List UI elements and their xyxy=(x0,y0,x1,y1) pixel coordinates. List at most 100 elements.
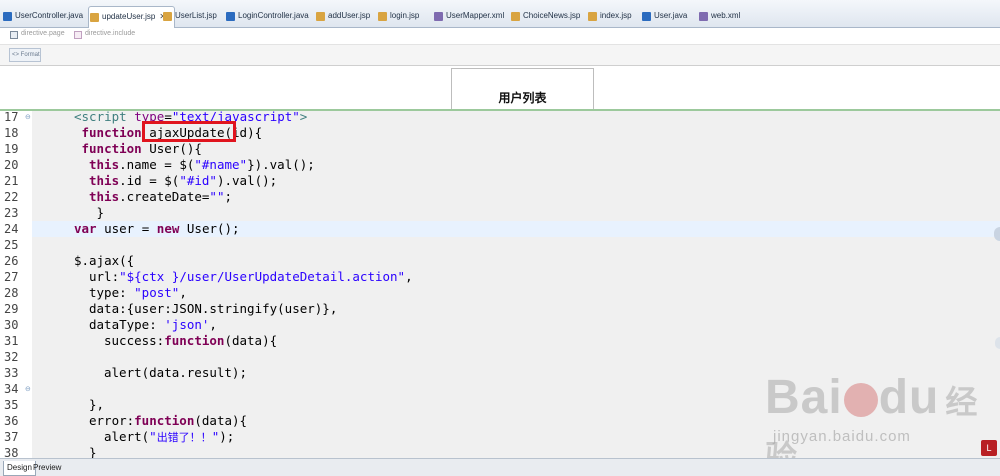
tab-label: addUser.jsp xyxy=(328,11,371,20)
design-preview-pane: 用户列表 xyxy=(8,66,1000,109)
tab-label: LoginController.java xyxy=(238,11,309,20)
code-token: .name = $( xyxy=(119,157,195,172)
line-number: 28 xyxy=(4,286,19,300)
code-token: function xyxy=(81,125,142,140)
code-token: User(){ xyxy=(141,141,202,156)
code-line[interactable]: success:function(data){ xyxy=(32,333,1000,349)
tab-label: UserController.java xyxy=(15,11,84,20)
code-token: alert(data.result); xyxy=(104,365,247,380)
corner-badge-icon: L xyxy=(981,440,997,456)
code-token: function xyxy=(164,333,225,348)
code-line[interactable]: $.ajax({ xyxy=(32,253,1000,269)
code-line[interactable]: function User(){ xyxy=(32,141,1000,157)
code-text: this.id = $("#id").val(); xyxy=(89,173,277,189)
breadcrumb-label: directive.include xyxy=(85,30,136,37)
code-line[interactable]: } xyxy=(32,205,1000,221)
tab-adduser-jsp[interactable]: addUser.jsp xyxy=(315,8,370,28)
code-text: url:"${ctx }/user/UserUpdateDetail.actio… xyxy=(89,269,413,285)
code-text: alert(data.result); xyxy=(104,365,247,381)
line-number: 37 xyxy=(4,430,19,444)
source-editor[interactable]: 17 ⊖ 18 19 20 21 22 23 24 25 26 27 28 29 30 31 32 33 34 ⊖ 35… xyxy=(0,109,1000,458)
code-token: <script xyxy=(74,109,135,124)
code-text: dataType: 'json', xyxy=(89,317,217,333)
code-line[interactable]: alert("出错了！！"); xyxy=(32,429,1000,445)
breadcrumb-directive-include[interactable]: directive.include xyxy=(74,30,136,39)
code-line[interactable]: this.name = $("#name"}).val(); xyxy=(32,157,1000,173)
code-token: " xyxy=(149,429,157,444)
line-number: 23 xyxy=(4,206,19,220)
red-highlight-annotation xyxy=(142,121,236,142)
code-line[interactable]: url:"${ctx }/user/UserUpdateDetail.actio… xyxy=(32,269,1000,285)
line-number: 26 xyxy=(4,254,19,268)
line-number: 31 xyxy=(4,334,19,348)
code-token: new xyxy=(156,221,180,236)
page-title: 用户列表 xyxy=(498,91,547,105)
code-token: this xyxy=(89,157,120,172)
xml-file-icon xyxy=(699,12,708,21)
overview-ruler-marker[interactable] xyxy=(995,337,1000,349)
code-token: ; xyxy=(224,189,233,204)
code-line[interactable] xyxy=(32,381,1000,397)
code-token: 'json' xyxy=(164,317,210,332)
tab-label: login.jsp xyxy=(390,11,420,20)
overview-ruler-marker[interactable] xyxy=(994,227,1000,241)
tab-userlist-jsp[interactable]: UserList.jsp xyxy=(162,8,217,28)
tab-user-java[interactable]: User.java xyxy=(641,8,687,28)
code-line[interactable] xyxy=(32,237,1000,253)
preview-table[interactable]: 用户列表 xyxy=(451,68,594,109)
line-number: 24 xyxy=(4,222,19,236)
code-line[interactable]: data:{user:JSON.stringify(user)}, xyxy=(32,301,1000,317)
line-number: 38 xyxy=(4,446,19,458)
breadcrumb-directive-page[interactable]: directive.page xyxy=(10,30,65,39)
code-token: error: xyxy=(89,413,135,428)
code-line[interactable]: this.id = $("#id").val(); xyxy=(32,173,1000,189)
code-token: type: xyxy=(89,285,135,300)
code-token: url: xyxy=(89,269,120,284)
code-token: this xyxy=(89,189,120,204)
code-line[interactable]: alert(data.result); xyxy=(32,365,1000,381)
code-token: var xyxy=(74,221,97,236)
code-text: this.name = $("#name"}).val(); xyxy=(89,157,315,173)
jsp-file-icon xyxy=(378,12,387,21)
jsp-file-icon xyxy=(163,12,172,21)
code-text: $.ajax({ xyxy=(74,253,134,269)
code-token: 出错了！！ xyxy=(156,431,212,444)
code-token: }, xyxy=(89,397,105,412)
tab-label: UserList.jsp xyxy=(175,11,217,20)
tab-web-xml[interactable]: web.xml xyxy=(698,8,740,28)
code-line[interactable]: error:function(data){ xyxy=(32,413,1000,429)
code-area[interactable]: <script type="text/javascript"> function … xyxy=(32,111,1000,458)
line-number: 36 xyxy=(4,414,19,428)
tab-login-jsp[interactable]: login.jsp xyxy=(377,8,419,28)
tab-choicenews-jsp[interactable]: ChoiceNews.jsp xyxy=(510,8,580,28)
line-number-gutter: 17 ⊖ 18 19 20 21 22 23 24 25 26 27 28 29 30 31 32 33 34 ⊖ 35… xyxy=(0,111,32,458)
tab-preview[interactable]: Preview xyxy=(30,461,64,476)
xml-file-icon xyxy=(434,12,443,21)
code-line[interactable]: type: "post", xyxy=(32,285,1000,301)
tab-index-jsp[interactable]: index.jsp xyxy=(587,8,632,28)
tab-label: index.jsp xyxy=(600,11,632,20)
code-token: function xyxy=(134,413,195,428)
code-line[interactable] xyxy=(32,349,1000,365)
code-token: ).val(); xyxy=(216,173,278,188)
code-token: , xyxy=(179,285,187,300)
code-line[interactable]: }, xyxy=(32,397,1000,413)
code-line[interactable]: dataType: 'json', xyxy=(32,317,1000,333)
fold-toggle-icon[interactable]: ⊖ xyxy=(25,381,31,397)
code-line[interactable]: } xyxy=(32,445,1000,458)
line-number: 35 xyxy=(4,398,19,412)
fold-toggle-icon[interactable]: ⊖ xyxy=(25,111,31,125)
tab-usercontroller-java[interactable]: UserController.java xyxy=(2,8,83,28)
tab-logincontroller-java[interactable]: LoginController.java xyxy=(225,8,309,28)
code-token: > xyxy=(299,109,308,124)
breadcrumb-label: directive.page xyxy=(21,30,65,37)
code-text: }, xyxy=(89,397,104,413)
current-code-line[interactable]: var user = new User(); xyxy=(32,221,1000,237)
tab-usermapper-xml[interactable]: UserMapper.xml xyxy=(433,8,504,28)
breadcrumb: directive.page directive.include xyxy=(0,28,1000,44)
code-text: } xyxy=(97,205,105,221)
code-line[interactable]: this.createDate=""; xyxy=(32,189,1000,205)
format-button[interactable]: <> Format xyxy=(9,48,41,62)
line-number: 19 xyxy=(4,142,19,156)
palette-icon xyxy=(74,31,82,39)
